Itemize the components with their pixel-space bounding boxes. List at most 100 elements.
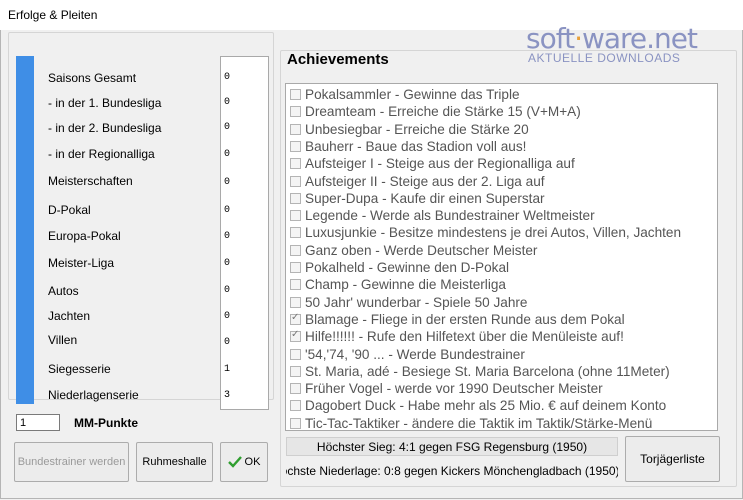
stat-label-niederlagenserie: Niederlagenserie [48,388,139,402]
stat-label-bundesliga-1: - in der 1. Bundesliga [48,96,162,110]
stat-value-meisterschaften: 0 [224,177,231,188]
achievement-label: Ganz oben - Werde Deutscher Meister [305,242,538,258]
achievement-label: Legende - Werde als Bundestrainer Weltme… [305,208,595,224]
achievement-label: Hilfe!!!!!! - Rufe den Hilfetext über di… [305,329,624,345]
achievement-item[interactable]: Champ - Gewinne die Meisterliga [290,276,506,293]
stat-label-d-pokal: D-Pokal [48,203,91,217]
window-title: Erfolge & Pleiten [8,8,98,22]
stat-value-bundesliga-1: 0 [224,97,231,108]
stat-label-meister-liga: Meister-Liga [48,256,115,270]
stat-value-meister-liga: 0 [224,258,231,269]
achievement-label: Pokalsammler - Gewinne das Triple [305,87,520,102]
mm-punkte-field[interactable]: 1 [16,414,60,431]
stat-label-siegesserie: Siegesserie [48,362,111,376]
mm-punkte-label: MM-Punkte [74,416,138,430]
stat-value-autos: 0 [224,285,231,296]
stat-label-autos: Autos [48,284,79,298]
ok-button[interactable]: OK [220,442,268,482]
torjaegerliste-button[interactable]: Torjägerliste [625,436,720,482]
achievement-label: Früher Vogel - werde vor 1990 Deutscher … [305,381,603,397]
ruhmeshalle-button[interactable]: Ruhmeshalle [136,442,213,482]
achievement-item[interactable]: Blamage - Fliege in der ersten Runde aus… [290,311,625,328]
achievements-list[interactable]: Pokalsammler - Gewinne das Triple Dreamt… [285,83,718,431]
checkbox-icon[interactable] [290,348,301,360]
achievement-label: Blamage - Fliege in der ersten Runde aus… [305,311,625,327]
achievement-item[interactable]: '54,'74, '90 ... - Werde Bundestrainer [290,346,525,363]
checkbox-icon[interactable] [290,400,301,412]
achievement-label: Dagobert Duck - Habe mehr als 25 Mio. € … [305,398,667,414]
achievement-label: '54,'74, '90 ... - Werde Bundestrainer [305,346,525,362]
stat-value-villen: 0 [224,337,231,348]
checkbox-checked-icon[interactable] [290,312,301,325]
achievement-label: Aufsteiger II - Steige aus der 2. Liga a… [305,173,545,189]
checkbox-icon[interactable] [290,279,301,291]
stat-label-saisons-gesamt: Saisons Gesamt [48,71,137,85]
achievement-label: Dreamteam - Erreiche die Stärke 15 (V+M+… [305,104,581,120]
stat-value-bundesliga-2: 0 [224,122,231,133]
stat-value-saisons-gesamt: 0 [224,72,231,83]
achievement-label: Unbesiegbar - Erreiche die Stärke 20 [305,121,529,137]
achievement-item[interactable]: Dreamteam - Erreiche die Stärke 15 (V+M+… [290,103,581,120]
achievement-item[interactable]: Unbesiegbar - Erreiche die Stärke 20 [290,121,529,138]
stat-value-europa-pokal: 0 [224,231,231,242]
achievement-item[interactable]: Aufsteiger II - Steige aus der 2. Liga a… [290,173,545,190]
checkbox-icon[interactable] [290,227,301,239]
ok-label: OK [244,456,261,468]
stat-label-europa-pokal: Europa-Pokal [48,229,121,243]
achievement-label: Pokalheld - Gewinne den D-Pokal [305,260,510,275]
checkbox-icon[interactable] [290,106,301,118]
achievement-item[interactable]: Legende - Werde als Bundestrainer Weltme… [290,207,595,224]
achievement-label: St. Maria, adé - Besiege St. Maria Barce… [305,363,670,379]
achievements-title: Achievements [287,51,389,68]
achievement-item[interactable]: St. Maria, adé - Besiege St. Maria Barce… [290,363,670,380]
checkbox-icon[interactable] [290,192,301,204]
stats-accent-bar [16,56,34,404]
checkbox-icon[interactable] [290,383,301,395]
achievement-item[interactable]: Bauherr - Baue das Stadion voll aus! [290,138,526,155]
checkbox-icon[interactable] [290,417,301,429]
checkbox-icon[interactable] [290,296,301,308]
achievement-item[interactable]: Super-Dupa - Kaufe dir einen Superstar [290,190,545,207]
achievement-item[interactable]: Hilfe!!!!!! - Rufe den Hilfetext über di… [290,328,624,345]
stat-value-regionalliga: 0 [224,149,231,160]
achievement-label: Champ - Gewinne die Meisterliga [305,277,506,293]
achievement-label: Aufsteiger I - Steige aus der Regionalli… [305,156,575,172]
stat-label-meisterschaften: Meisterschaften [48,174,133,188]
achievement-item[interactable]: Luxusjunkie - Besitze mindestens je drei… [290,224,681,241]
checkmark-icon [227,456,242,468]
stat-label-regionalliga: - in der Regionalliga [48,147,155,161]
checkbox-icon[interactable] [290,158,301,170]
highest-loss-record: Höchste Niederlage: 0:8 gegen Kickers Mö… [286,464,618,478]
achievement-label: 50 Jahr' wunderbar - Spiele 50 Jahre [305,294,528,310]
achievement-item[interactable]: 50 Jahr' wunderbar - Spiele 50 Jahre [290,294,528,311]
checkbox-checked-icon[interactable] [290,329,301,343]
stat-value-siegesserie: 1 [224,364,231,375]
checkbox-icon[interactable] [290,244,301,256]
checkbox-icon[interactable] [290,365,301,377]
stat-value-niederlagenserie: 3 [224,390,231,401]
achievement-item[interactable]: Früher Vogel - werde vor 1990 Deutscher … [290,380,603,397]
achievement-item[interactable]: Aufsteiger I - Steige aus der Regionalli… [290,155,575,172]
checkbox-icon[interactable] [290,89,301,100]
checkbox-icon[interactable] [290,210,301,222]
achievement-item[interactable]: Tic-Tac-Taktiker - ändere die Taktik im … [290,415,653,431]
checkbox-icon[interactable] [290,123,301,135]
checkbox-icon[interactable] [290,175,301,187]
checkbox-icon[interactable] [290,262,301,273]
achievement-item[interactable]: Ganz oben - Werde Deutscher Meister [290,242,537,259]
checkbox-icon[interactable] [290,140,301,152]
achievement-label: Bauherr - Baue das Stadion voll aus! [305,138,527,154]
achievement-item[interactable]: Pokalheld - Gewinne den D-Pokal [290,259,509,276]
stat-value-jachten: 0 [224,311,231,322]
bundestrainer-werden-label: Bundestrainer werden [17,456,126,468]
ruhmeshalle-label: Ruhmeshalle [142,456,207,468]
achievement-item[interactable]: Dagobert Duck - Habe mehr als 25 Mio. € … [290,397,666,414]
stat-value-d-pokal: 0 [224,205,231,216]
highest-win-record: Höchster Sieg: 4:1 gegen FSG Regensburg … [286,437,618,456]
achievement-item[interactable]: Pokalsammler - Gewinne das Triple [290,86,520,103]
achievement-label: Tic-Tac-Taktiker - ändere die Taktik im … [305,415,653,431]
stat-label-villen: Villen [48,333,78,347]
stat-label-bundesliga-2: - in der 2. Bundesliga [48,121,162,135]
achievement-label: Luxusjunkie - Besitze mindestens je drei… [305,225,682,241]
bundestrainer-werden-button[interactable]: Bundestrainer werden [14,442,129,482]
